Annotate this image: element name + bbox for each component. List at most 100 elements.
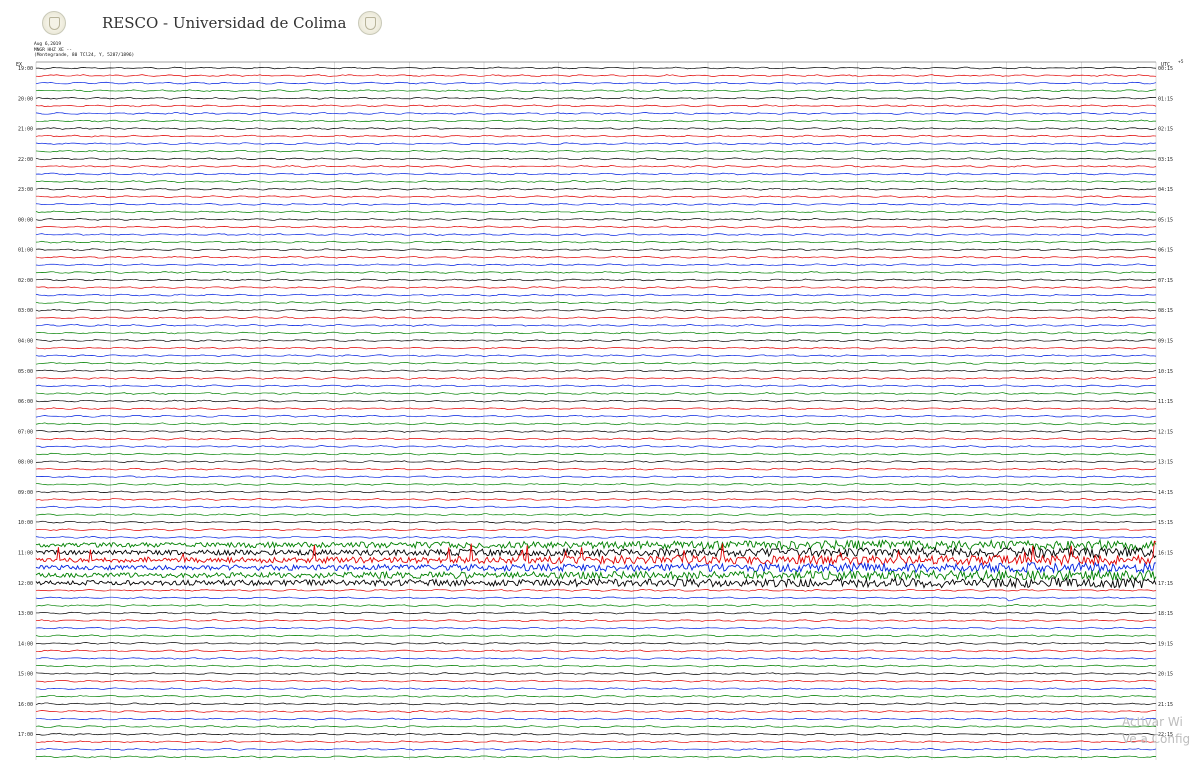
trace-line xyxy=(35,384,1157,388)
left-hour-label: 15:00 xyxy=(18,672,33,678)
trace-line xyxy=(35,710,1157,713)
right-hour-label: 09:15 xyxy=(1158,339,1173,345)
trace-line xyxy=(35,437,1157,441)
seismogram-plot: 19:00 00:15 20:00 01:15 21:00 02:15 22:00 03:15… xyxy=(18,61,1173,760)
left-hour-label: 05:00 xyxy=(18,369,33,375)
trace-line xyxy=(35,142,1157,146)
trace-line xyxy=(35,134,1157,138)
trace-line xyxy=(35,195,1157,198)
left-hour-label: 07:00 xyxy=(18,429,33,435)
right-hour-label: 11:15 xyxy=(1158,399,1173,405)
trace-line xyxy=(35,546,1157,560)
trace-line xyxy=(35,233,1157,236)
left-hour-label: 10:00 xyxy=(18,520,33,526)
trace-line xyxy=(35,180,1156,183)
trace-line xyxy=(35,127,1157,130)
right-hour-label: 13:15 xyxy=(1158,460,1173,466)
trace-line xyxy=(35,702,1157,706)
trace-line xyxy=(35,392,1157,395)
trace-line xyxy=(35,422,1157,426)
trace-line xyxy=(35,377,1157,380)
windows-activation-watermark: Activar Wi Ve a Config xyxy=(1122,714,1190,748)
right-hour-label: 06:15 xyxy=(1158,248,1173,254)
trace-line xyxy=(35,505,1157,509)
trace-line xyxy=(35,218,1157,221)
left-hour-label: 04:00 xyxy=(18,339,33,345)
trace-line xyxy=(35,74,1157,77)
trace-line xyxy=(35,649,1157,653)
trace-line xyxy=(35,293,1157,297)
trace-line xyxy=(35,561,1157,574)
trace-line xyxy=(35,740,1157,744)
trace-line xyxy=(35,569,1157,582)
trace-line xyxy=(35,725,1157,728)
trace-line xyxy=(35,538,1157,552)
left-hour-label: 20:00 xyxy=(18,96,33,102)
trace-line xyxy=(35,339,1157,342)
trace-line xyxy=(35,445,1157,448)
left-hour-label: 12:00 xyxy=(18,581,33,587)
trace-line xyxy=(35,331,1157,335)
trace-line xyxy=(35,263,1157,267)
right-hour-label: 03:15 xyxy=(1158,157,1173,163)
left-hour-label: 06:00 xyxy=(18,399,33,405)
trace-line xyxy=(35,96,1157,100)
trace-line xyxy=(35,119,1157,123)
trace-line xyxy=(35,604,1157,607)
trace-line xyxy=(35,248,1157,252)
trace-line xyxy=(35,286,1157,289)
trace-line xyxy=(35,641,1157,645)
trace-line xyxy=(35,657,1157,660)
trace-line xyxy=(35,399,1157,403)
trace-line xyxy=(35,407,1157,410)
trace-line xyxy=(35,149,1157,153)
trace-line xyxy=(35,210,1157,214)
left-hour-label: 21:00 xyxy=(18,127,33,133)
right-hour-label: 14:15 xyxy=(1158,490,1173,496)
trace-line xyxy=(35,104,1157,108)
trace-line xyxy=(35,452,1157,456)
trace-line xyxy=(35,271,1157,274)
left-hour-label: 03:00 xyxy=(18,308,33,314)
trace-line xyxy=(35,679,1157,683)
left-hour-label: 09:00 xyxy=(18,490,33,496)
trace-line xyxy=(35,301,1157,304)
trace-line xyxy=(35,596,1157,602)
trace-line xyxy=(35,112,1157,115)
right-hour-label: 20:15 xyxy=(1158,672,1173,678)
trace-line xyxy=(35,202,1157,206)
trace-line xyxy=(35,475,1157,479)
right-hour-label: 08:15 xyxy=(1158,308,1173,314)
trace-line xyxy=(35,354,1157,357)
trace-line xyxy=(35,324,1157,327)
trace-line xyxy=(35,576,1157,589)
watermark-line-1: Activar Wi xyxy=(1122,715,1183,729)
left-hour-label: 23:00 xyxy=(18,187,33,193)
trace-line xyxy=(35,81,1157,85)
left-hour-label: 16:00 xyxy=(18,702,33,708)
trace-line xyxy=(35,66,1157,70)
left-hour-label: 14:00 xyxy=(18,641,33,647)
trace-line xyxy=(35,747,1157,751)
left-hour-label: 19:00 xyxy=(18,66,33,72)
trace-line xyxy=(35,619,1157,622)
trace-line xyxy=(35,225,1157,229)
right-hour-label: 21:15 xyxy=(1158,702,1173,708)
trace-line xyxy=(35,316,1157,320)
right-hour-label: 00:15 xyxy=(1158,66,1173,72)
trace-line xyxy=(35,157,1157,161)
trace-line xyxy=(35,172,1157,176)
trace-line xyxy=(35,346,1157,350)
trace-line xyxy=(35,278,1157,282)
right-hour-label: 17:15 xyxy=(1158,581,1173,587)
trace-line xyxy=(35,240,1157,244)
trace-line xyxy=(35,634,1157,638)
trace-line xyxy=(35,611,1157,615)
trace-line xyxy=(35,589,1157,592)
trace-line xyxy=(35,460,1157,463)
left-hour-label: 01:00 xyxy=(18,248,33,254)
trace-line xyxy=(35,695,1157,698)
right-hour-label: 02:15 xyxy=(1158,127,1173,133)
trace-line xyxy=(35,732,1157,736)
trace-line xyxy=(35,467,1157,471)
